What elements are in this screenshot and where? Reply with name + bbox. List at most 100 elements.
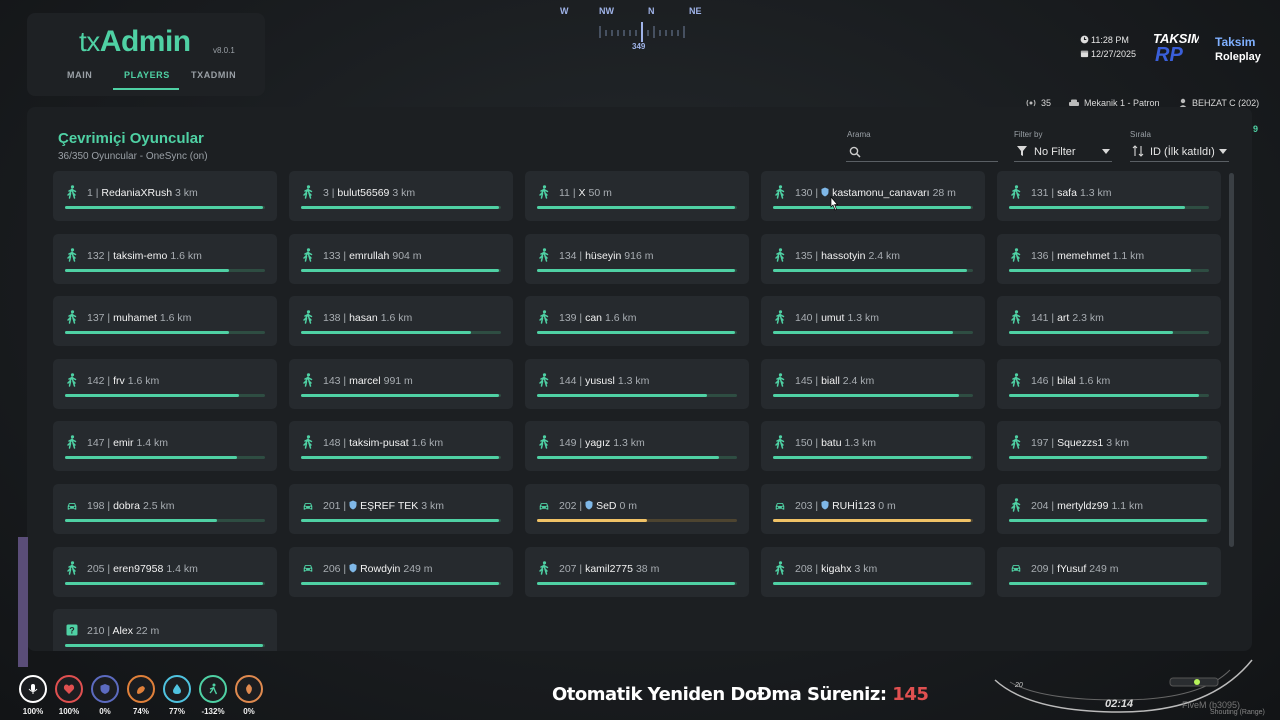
- player-card[interactable]: 134 | hüseyin 916 m: [525, 233, 749, 284]
- health-bar-fill: [773, 581, 971, 585]
- walking-icon: [66, 372, 78, 387]
- player-label: 205 | eren97958 1.4 km: [87, 563, 198, 575]
- player-label: 150 | batu 1.3 km: [795, 437, 876, 449]
- health-bar-fill: [65, 581, 263, 585]
- player-card[interactable]: 207 | kamil2775 38 m: [525, 546, 749, 597]
- walking-icon: [774, 247, 786, 262]
- sort-icon: [1132, 145, 1144, 157]
- player-label: 146 | bilal 1.6 km: [1031, 375, 1110, 387]
- walking-icon: [774, 435, 786, 450]
- player-label: 204 | mertyldz99 1.1 km: [1031, 500, 1143, 512]
- player-label: 136 | memehmet 1.1 km: [1031, 250, 1144, 262]
- logo-main: Admin: [99, 25, 191, 58]
- player-name: bilal: [1057, 374, 1076, 387]
- player-label: 145 | biall 2.4 km: [795, 375, 874, 387]
- player-card[interactable]: 143 | marcel 991 m: [289, 358, 513, 409]
- player-card[interactable]: 204 | mertyldz99 1.1 km: [997, 484, 1221, 534]
- health-bar: [65, 581, 265, 585]
- player-card[interactable]: 203 | RUHİ123 0 m: [761, 484, 985, 534]
- player-name: umut: [821, 312, 845, 325]
- walking-icon: [1010, 247, 1022, 262]
- search-input[interactable]: [866, 144, 994, 160]
- player-distance: 991 m: [383, 374, 413, 387]
- player-card[interactable]: 197 | Squezzs1 3 km: [997, 421, 1221, 472]
- player-card[interactable]: 148 | taksim-pusat 1.6 km: [289, 421, 513, 472]
- player-card[interactable]: 137 | muhamet 1.6 km: [53, 296, 277, 347]
- sort-select[interactable]: ID (İlk katıldı): [1130, 142, 1229, 162]
- player-distance: 2.4 km: [868, 249, 900, 262]
- player-card[interactable]: 3 | bulut56569 3 km: [289, 171, 513, 221]
- player-card[interactable]: 131 | safa 1.3 km: [997, 171, 1221, 221]
- player-card[interactable]: 198 | dobra 2.5 km: [53, 484, 277, 534]
- player-name: RUHİ123: [832, 500, 876, 512]
- player-label: 140 | umut 1.3 km: [795, 312, 879, 324]
- player-card[interactable]: 142 | frv 1.6 km: [53, 358, 277, 409]
- player-id: 130 |: [795, 187, 822, 199]
- player-card[interactable]: 205 | eren97958 1.4 km: [53, 546, 277, 597]
- stress-icon: [246, 684, 252, 694]
- player-card[interactable]: 208 | kigahx 3 km: [761, 546, 985, 597]
- player-card[interactable]: 206 | Rowdyin 249 m: [289, 546, 513, 597]
- player-card[interactable]: 147 | emir 1.4 km: [53, 421, 277, 472]
- logo-prefix: tx: [79, 26, 100, 57]
- player-id: 149 |: [559, 437, 586, 450]
- health-bar: [537, 331, 737, 335]
- svg-text:RP: RP: [1155, 44, 1183, 63]
- player-card[interactable]: ? 210 | Alex 22 m: [53, 609, 277, 651]
- player-card[interactable]: 150 | batu 1.3 km: [761, 421, 985, 472]
- server-logo: TAKSIM RP: [1153, 31, 1199, 63]
- player-card[interactable]: 149 | yagız 1.3 km: [525, 421, 749, 472]
- player-id: 206 |: [323, 562, 350, 575]
- unknown-icon: ?: [66, 623, 78, 637]
- player-card[interactable]: 209 | fYusuf 249 m: [997, 546, 1221, 597]
- player-card[interactable]: 145 | biall 2.4 km: [761, 358, 985, 409]
- search-field[interactable]: [846, 142, 998, 162]
- health-bar: [537, 581, 737, 585]
- tab-players[interactable]: PLAYERS: [124, 70, 170, 80]
- mic-icon: [28, 684, 38, 694]
- server-name: Taksim: [1215, 35, 1256, 49]
- player-card[interactable]: 139 | can 1.6 km: [525, 296, 749, 347]
- compass-ticks: [599, 22, 685, 42]
- player-id: 142 |: [87, 374, 114, 387]
- player-card[interactable]: 144 | yususl 1.3 km: [525, 358, 749, 409]
- player-card[interactable]: 138 | hasan 1.6 km: [289, 296, 513, 347]
- walking-icon: [1010, 435, 1022, 450]
- player-card[interactable]: 133 | emrullah 904 m: [289, 233, 513, 284]
- player-label: 134 | hüseyin 916 m: [559, 250, 653, 262]
- tab-main[interactable]: MAIN: [67, 70, 92, 80]
- health-bar: [537, 268, 737, 272]
- player-card[interactable]: 140 | umut 1.3 km: [761, 296, 985, 347]
- tab-txadmin[interactable]: TXADMIN: [191, 70, 236, 80]
- player-card[interactable]: 201 | EŞREF TEK 3 km: [289, 484, 513, 534]
- player-card[interactable]: 146 | bilal 1.6 km: [997, 358, 1221, 409]
- player-name: Squezzs1: [1057, 437, 1104, 450]
- player-card[interactable]: 130 | kastamonu_canavarı 28 m: [761, 171, 985, 221]
- water-gauge: [163, 675, 191, 703]
- player-distance: 3 km: [175, 187, 198, 199]
- player-card[interactable]: 136 | memehmet 1.1 km: [997, 233, 1221, 284]
- player-distance: 3 km: [392, 187, 416, 199]
- armor-icon: [100, 684, 110, 694]
- health-bar: [65, 331, 265, 335]
- calendar-icon: [1080, 50, 1089, 58]
- walking-icon: [774, 560, 786, 575]
- health-bar-fill: [773, 393, 959, 397]
- player-name: eren97958: [113, 562, 164, 575]
- player-distance: 2.3 km: [1072, 312, 1104, 325]
- health-bar: [1009, 268, 1209, 272]
- player-label: 149 | yagız 1.3 km: [559, 437, 645, 449]
- player-card[interactable]: 135 | hassotyin 2.4 km: [761, 233, 985, 284]
- filter-icon: [1017, 146, 1027, 156]
- player-card[interactable]: 132 | taksim-emo 1.6 km: [53, 233, 277, 284]
- filter-select[interactable]: No Filter: [1014, 142, 1112, 162]
- scrollbar[interactable]: [1229, 173, 1234, 547]
- player-distance: 1.6 km: [127, 374, 160, 387]
- sort-label: Sırala: [1130, 130, 1151, 139]
- stamina-gauge: [199, 675, 227, 703]
- player-card[interactable]: 11 | X 50 m: [525, 171, 749, 221]
- player-card[interactable]: 202 | SeD 0 m: [525, 484, 749, 534]
- player-card[interactable]: 141 | art 2.3 km: [997, 296, 1221, 347]
- player-card[interactable]: 1 | RedaniaXRush 3 km: [53, 171, 277, 221]
- walking-icon: [302, 372, 314, 387]
